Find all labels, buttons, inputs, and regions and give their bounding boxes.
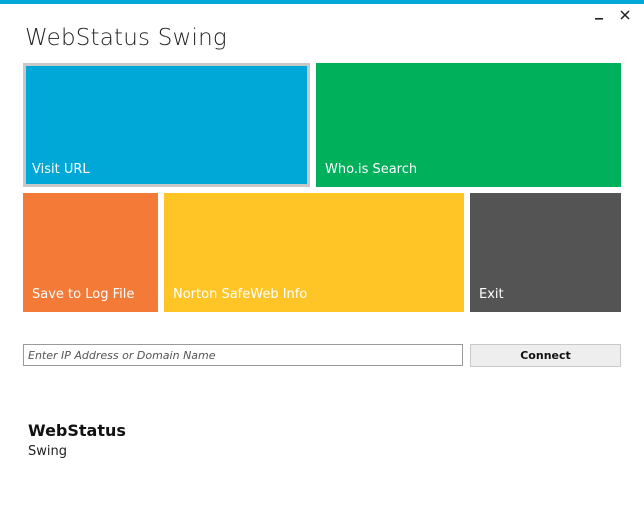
connect-button[interactable]: Connect [470, 344, 621, 367]
title-accent-strip [0, 0, 644, 4]
visit-url-label: Visit URL [32, 162, 90, 177]
norton-safeweb-label: Norton SafeWeb Info [173, 287, 308, 302]
app-window: WebStatus Swing Visit URL Who.is Search … [0, 0, 644, 510]
visit-url-tile[interactable]: Visit URL [23, 63, 310, 187]
close-button[interactable] [618, 8, 632, 22]
exit-tile[interactable]: Exit [470, 193, 621, 312]
minimize-button[interactable] [592, 8, 606, 22]
minimize-icon [595, 18, 603, 20]
whois-search-tile[interactable]: Who.is Search [316, 63, 621, 187]
address-input[interactable] [23, 344, 463, 366]
brand-subtitle: Swing [28, 444, 67, 459]
exit-label: Exit [479, 287, 504, 302]
close-icon [620, 10, 630, 20]
whois-search-label: Who.is Search [325, 162, 418, 177]
save-log-tile[interactable]: Save to Log File [23, 193, 158, 312]
window-title: WebStatus Swing [25, 25, 227, 51]
norton-safeweb-tile[interactable]: Norton SafeWeb Info [164, 193, 464, 312]
window-controls [592, 8, 632, 22]
save-log-label: Save to Log File [32, 287, 135, 302]
brand-name: WebStatus [28, 421, 126, 440]
